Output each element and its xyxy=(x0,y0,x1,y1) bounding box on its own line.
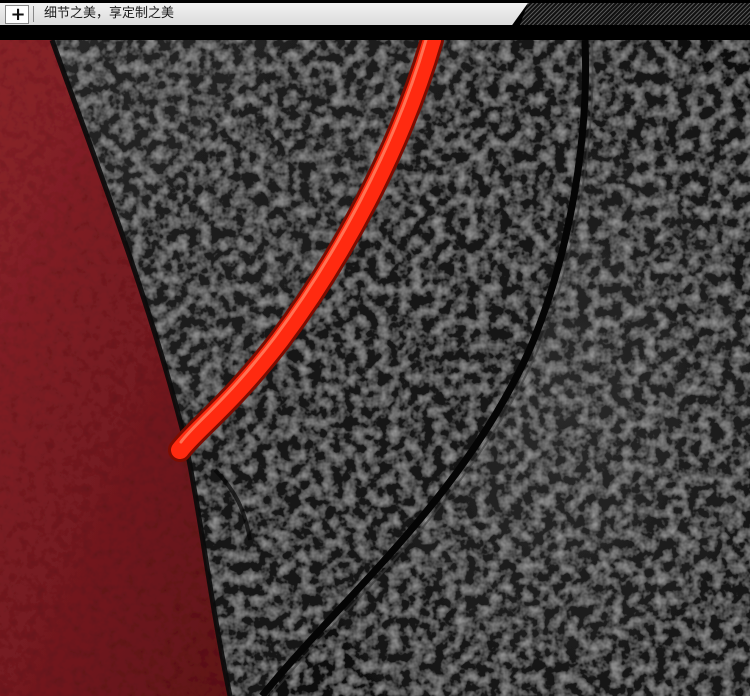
product-detail-page: + 细节之美，享定制之美 xyxy=(0,0,750,696)
plus-icon: + xyxy=(10,4,26,25)
leather-seat-image xyxy=(0,40,750,696)
section-title: 细节之美，享定制之美 xyxy=(44,6,175,21)
product-photo xyxy=(0,40,750,696)
header-stripe-decoration xyxy=(520,3,750,25)
expand-button[interactable]: + xyxy=(5,5,29,24)
header-divider xyxy=(33,6,34,22)
section-header: + 细节之美，享定制之美 xyxy=(0,0,750,40)
